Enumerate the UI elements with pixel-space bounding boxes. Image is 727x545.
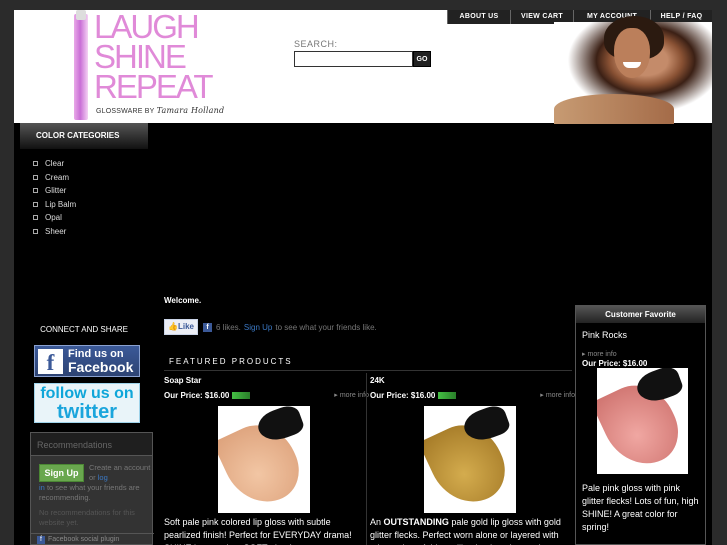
category-list: Clear Cream Glitter Lip Balm Opal Sheer — [14, 159, 154, 240]
brand-signature: Tamara Holland — [156, 106, 225, 115]
category-opal[interactable]: Opal — [14, 213, 154, 227]
product-price-text: Our Price: $16.00 — [164, 391, 230, 400]
more-info-link[interactable]: more info — [334, 391, 369, 399]
like-label: Like — [177, 322, 194, 331]
favorite-description: Pale pink gloss with pink glitter flecks… — [582, 483, 699, 532]
facebook-like-row: 👍Like f 6 likes. Sign Up to see what you… — [164, 319, 377, 335]
color-categories-heading: COLOR CATEGORIES — [20, 123, 148, 149]
brand-logo[interactable]: LAUGH SHINE REPEAT — [94, 10, 214, 105]
recommendations-signup-button[interactable]: Sign Up — [39, 464, 84, 482]
nav-about-us[interactable]: ABOUT US — [447, 10, 510, 24]
product-name[interactable]: 24K — [370, 376, 385, 385]
search-go-button[interactable]: GO — [413, 51, 431, 67]
page: LAUGH SHINE REPEAT GLOSSWARE BY Tamara H… — [14, 10, 712, 545]
category-lip-balm[interactable]: Lip Balm — [14, 200, 154, 214]
like-suffix: to see what your friends like. — [275, 322, 377, 332]
product-price: Our Price: $16.00 — [370, 391, 457, 400]
search-label: SEARCH: — [294, 39, 338, 49]
favorite-price: Our Price: $16.00 — [582, 359, 648, 368]
product-swatch-image[interactable] — [218, 406, 310, 513]
facebook-badge-line2: Facebook — [68, 359, 134, 375]
more-info-link[interactable]: more info — [540, 391, 575, 399]
like-button[interactable]: 👍Like — [164, 319, 198, 335]
favorite-product-name[interactable]: Pink Rocks — [582, 330, 627, 340]
product-card-soap-star: Soap Star Our Price: $16.00 more info So… — [164, 373, 369, 545]
sidebar: COLOR CATEGORIES Clear Cream Glitter Lip… — [14, 123, 154, 545]
product-description: Soft pale pink colored lip gloss with su… — [164, 517, 352, 545]
main-content: Welcome. 👍Like f 6 likes. Sign Up to see… — [154, 123, 575, 545]
facebook-icon: f — [38, 349, 63, 375]
like-signup-link[interactable]: Sign Up — [244, 323, 272, 332]
lipgloss-tube-logo-icon — [74, 10, 88, 120]
customer-favorite-heading: Customer Favorite — [576, 306, 705, 323]
like-count: 6 likes. — [216, 322, 241, 332]
recommendations-create-text: Create an account or log — [89, 463, 151, 483]
product-price-text: Our Price: $16.00 — [370, 391, 436, 400]
model-photo — [554, 16, 712, 124]
recommendations-heading: Recommendations — [31, 433, 152, 456]
model-face — [614, 28, 650, 78]
brand-subtitle: GLOSSWARE BY Tamara Holland — [96, 106, 224, 115]
search-input[interactable] — [294, 51, 413, 67]
category-clear[interactable]: Clear — [14, 159, 154, 173]
add-to-cart-icon[interactable] — [232, 392, 251, 400]
category-sheer[interactable]: Sheer — [14, 227, 154, 241]
welcome-text: Welcome. — [164, 296, 202, 305]
favorite-swatch-image[interactable] — [597, 368, 688, 474]
category-glitter[interactable]: Glitter — [14, 186, 154, 200]
facebook-badge-button[interactable]: f Find us on Facebook — [34, 345, 140, 377]
recommendations-see-text: in to see what your friends are recommen… — [39, 483, 151, 503]
product-divider — [366, 373, 367, 545]
twitter-badge-button[interactable]: follow us on twitter — [34, 383, 140, 423]
featured-products-heading: FEATURED PRODUCTS — [164, 357, 572, 371]
favorite-more-info-link[interactable]: more info — [582, 350, 617, 358]
category-cream[interactable]: Cream — [14, 173, 154, 187]
brand-line-3: REPEAT — [94, 68, 214, 105]
connect-heading: CONNECT AND SHARE — [40, 325, 128, 334]
login-link[interactable]: log — [98, 473, 108, 482]
desc-prefix: An — [370, 517, 384, 527]
twitter-badge-line2: twitter — [57, 401, 117, 423]
facebook-small-icon: f — [37, 536, 45, 544]
product-card-24k: 24K Our Price: $16.00 more info An OUTST… — [370, 373, 575, 545]
social-plugin-label[interactable]: Facebook social plugin — [48, 536, 119, 543]
recommendations-widget: Recommendations Sign Up Create an accoun… — [30, 432, 154, 545]
recommendations-footer: f Facebook social plugin — [31, 533, 154, 545]
desc-bold: OUTSTANDING — [383, 517, 449, 527]
add-to-cart-icon[interactable] — [438, 392, 457, 400]
product-description: An OUTSTANDING pale gold lip gloss with … — [370, 516, 575, 545]
brand-sub-text: GLOSSWARE BY — [96, 108, 155, 115]
customer-favorite-panel: Customer Favorite Pink Rocks more info O… — [575, 305, 706, 545]
header: LAUGH SHINE REPEAT GLOSSWARE BY Tamara H… — [14, 10, 712, 124]
product-name[interactable]: Soap Star — [164, 376, 201, 385]
facebook-mini-icon: f — [203, 322, 212, 332]
see-text: to see what your friends are recommendin… — [39, 483, 140, 502]
model-shoulder — [554, 94, 674, 124]
product-swatch-image[interactable] — [424, 406, 516, 513]
product-price: Our Price: $16.00 — [164, 391, 251, 400]
login-link-cont[interactable]: in — [39, 483, 45, 492]
twitter-badge-line1: follow us on — [40, 385, 134, 402]
recommendations-empty-text: No recommendations for this website yet. — [39, 508, 135, 527]
